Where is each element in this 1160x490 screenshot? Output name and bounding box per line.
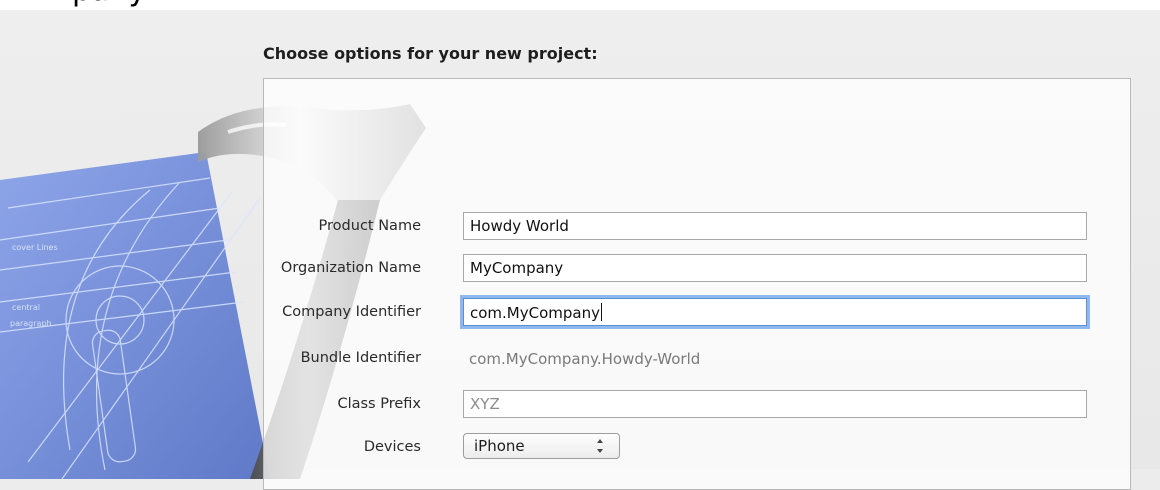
company-identifier-value: com.MyCompany xyxy=(470,304,600,322)
product-name-input[interactable]: Howdy World xyxy=(463,212,1087,240)
new-project-sheet: Choose options for your new project: cov… xyxy=(0,10,1160,490)
product-name-row: Product Name Howdy World xyxy=(263,212,1129,242)
updown-arrows-icon xyxy=(597,439,603,453)
text-caret xyxy=(600,303,602,321)
class-prefix-row: Class Prefix XYZ xyxy=(263,390,1129,420)
devices-row: Devices iPhone xyxy=(263,433,1129,463)
window-title-fragment: pany xyxy=(72,0,146,6)
organization-name-input[interactable]: MyCompany xyxy=(463,254,1087,282)
bundle-identifier-label: Bundle Identifier xyxy=(300,350,421,366)
company-identifier-label: Company Identifier xyxy=(282,304,421,320)
product-name-label: Product Name xyxy=(318,218,421,234)
class-prefix-label: Class Prefix xyxy=(337,396,421,412)
devices-label: Devices xyxy=(363,439,421,455)
svg-text:central: central xyxy=(12,303,40,312)
bundle-identifier-value: com.MyCompany.Howdy-World xyxy=(469,350,701,368)
company-identifier-input[interactable]: com.MyCompany xyxy=(463,298,1087,326)
window-top-strip: pany xyxy=(0,0,1160,10)
company-identifier-row: Company Identifier com.MyCompany xyxy=(263,298,1129,328)
svg-text:paragraph: paragraph xyxy=(10,319,52,328)
class-prefix-input[interactable]: XYZ xyxy=(463,390,1087,418)
organization-name-label: Organization Name xyxy=(280,260,421,276)
organization-name-row: Organization Name MyCompany xyxy=(263,254,1129,284)
sheet-title: Choose options for your new project: xyxy=(263,44,598,63)
devices-select[interactable]: iPhone xyxy=(463,433,620,459)
bundle-identifier-row: Bundle Identifier com.MyCompany.Howdy-Wo… xyxy=(263,344,1129,374)
svg-text:cover Lines: cover Lines xyxy=(12,243,58,252)
options-panel xyxy=(263,78,1131,490)
devices-selected-value: iPhone xyxy=(474,437,525,455)
